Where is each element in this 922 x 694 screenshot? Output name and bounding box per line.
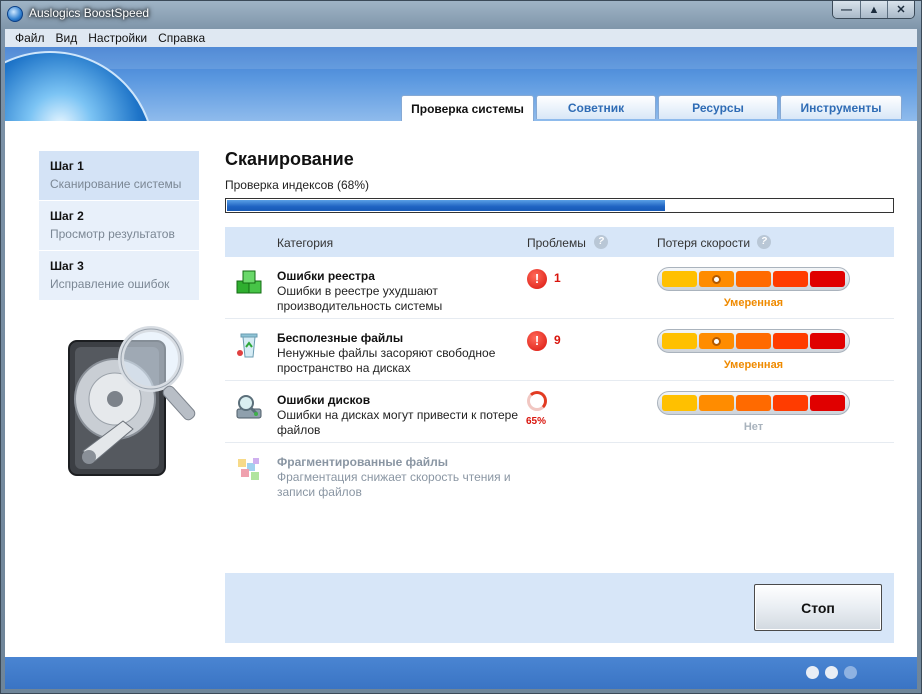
loading-spinner-icon [527,391,547,411]
page-dot[interactable] [825,666,838,679]
meter-segment [773,333,808,349]
app-globe-icon [7,6,23,22]
meter-segment [736,333,771,349]
speed-help-icon[interactable]: ? [757,235,771,249]
speed-loss-label: Нет [743,421,764,433]
row-title: Фрагментированные файлы [277,455,449,469]
main-tabs: Проверка системы Советник Ресурсы Инстру… [401,95,902,121]
speed-loss-meter [657,267,850,291]
tab-resources[interactable]: Ресурсы [658,95,778,119]
row-description: Ошибки в реестре ухудшают производительн… [277,284,443,313]
step-subtitle: Сканирование системы [50,177,182,191]
table-row: Ошибки реестра Ошибки в реестре ухудшают… [225,257,894,319]
meter-segment [662,395,697,411]
window-controls: — ▲ ✕ [832,1,915,19]
check-progress-percent: 65% [526,416,547,427]
meter-marker-icon [712,274,721,284]
step-title: Шаг 2 [50,209,84,223]
scan-progress-bar [225,198,894,213]
problems-help-icon[interactable]: ? [594,235,608,249]
title-bar: Auslogics BoostSpeed — ▲ ✕ [1,1,921,29]
footer-bar [5,657,917,689]
scan-panel: Сканирование Проверка индексов (68%) Кат… [225,149,894,505]
speed-loss-label: Умеренная [723,297,784,309]
column-category: Категория [277,236,334,250]
menu-view[interactable]: Вид [52,31,85,45]
action-panel: Стоп [225,573,894,643]
window-title: Auslogics BoostSpeed [29,6,150,20]
menu-bar: Файл Вид Настройки Справка [5,29,917,47]
table-row: Ошибки дисков Ошибки на дисках могут при… [225,381,894,443]
recycle-bin-icon [237,333,258,358]
table-header: Категория Проблемы ? Потеря скорости ? [225,227,894,257]
error-alert-icon: ! [527,331,547,351]
meter-segment [736,395,771,411]
page-title: Сканирование [225,149,354,169]
page-dot[interactable] [806,666,819,679]
meter-segment [662,271,697,287]
meter-segment [736,271,771,287]
row-description: Ошибки на дисках могут привести к потере… [277,408,519,437]
step-1[interactable]: Шаг 1 Сканирование системы [39,151,199,201]
progress-fill [227,200,666,211]
app-header: Проверка системы Советник Ресурсы Инстру… [5,47,917,121]
minimize-button[interactable]: — [833,1,860,18]
row-description: Фрагментация снижает скорость чтения и з… [277,470,511,499]
disk-magnifier-icon [236,395,262,419]
step-subtitle: Просмотр результатов [50,227,175,241]
speed-loss-label: Умеренная [723,359,784,371]
error-alert-icon: ! [527,269,547,289]
menu-help[interactable]: Справка [154,31,212,45]
menu-settings[interactable]: Настройки [84,31,154,45]
content-area: Шаг 1 Сканирование системы Шаг 2 Просмот… [5,121,917,657]
column-speed-loss: Потеря скорости [657,236,751,250]
step-3[interactable]: Шаг 3 Исправление ошибок [39,251,199,301]
table-row: Бесполезные файлы Ненужные файлы засоряю… [225,319,894,381]
meter-segment [810,395,845,411]
tab-advisor[interactable]: Советник [536,95,656,119]
page-dot[interactable] [844,666,857,679]
row-title: Ошибки реестра [277,269,375,283]
row-description: Ненужные файлы засоряют свободное простр… [277,346,496,375]
maximize-button[interactable]: ▲ [860,1,887,18]
scan-status-text: Проверка индексов (68%) [225,178,369,192]
problem-count[interactable]: 9 [554,333,561,347]
meter-segment [810,333,845,349]
stop-button[interactable]: Стоп [754,584,882,631]
meter-segment [699,271,734,287]
hard-drive-magnifier-icon [68,326,196,476]
step-title: Шаг 3 [50,259,84,273]
meter-segment [810,271,845,287]
speed-loss-meter [657,329,850,353]
meter-segment [662,333,697,349]
step-2[interactable]: Шаг 2 Просмотр результатов [39,201,199,251]
header-highlight [5,47,917,69]
speed-loss-meter [657,391,850,415]
table-row: Фрагментированные файлы Фрагментация сни… [225,443,894,505]
meter-marker-icon [712,336,721,346]
steps-sidebar: Шаг 1 Сканирование системы Шаг 2 Просмот… [39,151,199,301]
row-title: Бесполезные файлы [277,331,404,345]
close-button[interactable]: ✕ [887,1,914,18]
tab-system-check[interactable]: Проверка системы [401,95,534,121]
fragmentation-blocks-icon [238,458,259,480]
meter-segment [773,395,808,411]
app-window: Auslogics BoostSpeed — ▲ ✕ Файл Вид Наст… [0,0,922,694]
meter-segment [699,395,734,411]
step-subtitle: Исправление ошибок [50,277,170,291]
page-indicator [806,666,857,679]
menu-file[interactable]: Файл [11,31,52,45]
tab-tools[interactable]: Инструменты [780,95,902,119]
meter-segment [773,271,808,287]
step-title: Шаг 1 [50,159,84,173]
registry-cubes-icon [236,270,262,294]
meter-segment [699,333,734,349]
column-problems: Проблемы [527,236,586,250]
row-title: Ошибки дисков [277,393,371,407]
problem-count[interactable]: 1 [554,271,561,285]
